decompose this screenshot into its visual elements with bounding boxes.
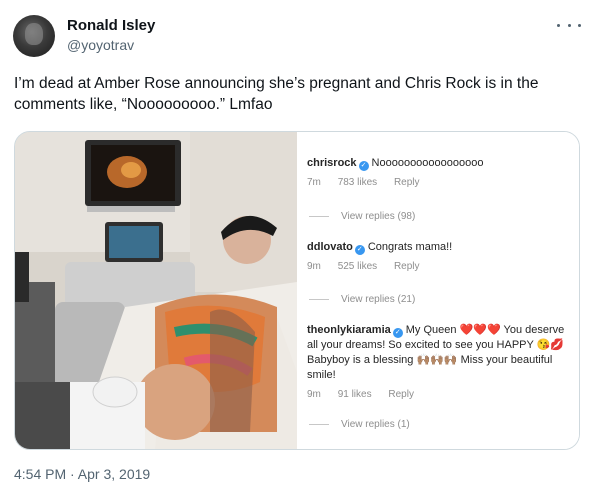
- tweet-text: I’m dead at Amber Rose announcing she’s …: [14, 75, 539, 113]
- more-dots-icon[interactable]: [557, 18, 581, 32]
- view-replies-label: View replies (1): [341, 419, 410, 430]
- divider-line: [309, 216, 329, 217]
- comment-meta: 7m 783 likes Reply: [307, 177, 571, 188]
- comment-text: Nooooooooooooooooo: [371, 157, 484, 169]
- comment-likes[interactable]: 783 likes: [338, 177, 377, 188]
- verified-badge-icon: ✓: [358, 161, 369, 171]
- divider-line: [309, 299, 329, 300]
- comment-meta: 9m 91 likes Reply: [307, 389, 571, 400]
- view-replies-label: View replies (98): [341, 211, 416, 222]
- view-replies-button[interactable]: View replies (1): [309, 419, 410, 430]
- comment-username[interactable]: ddlovato: [307, 241, 353, 253]
- reply-button[interactable]: Reply: [394, 177, 420, 188]
- verified-badge-icon: ✓: [354, 245, 365, 255]
- hospital-ultrasound-photo[interactable]: [15, 132, 297, 449]
- comment-likes[interactable]: 525 likes: [338, 261, 377, 272]
- divider-line: [309, 424, 329, 425]
- kiss-emoji: 😘💋: [536, 339, 565, 351]
- avatar-figure: [25, 23, 43, 45]
- raised-hands-emoji: 🙌🏽🙌🏽🙌🏽: [416, 354, 458, 366]
- author-display-name[interactable]: Ronald Isley: [67, 17, 155, 34]
- reply-button[interactable]: Reply: [394, 261, 420, 272]
- tweet-timestamp[interactable]: 4:54 PM · Apr 3, 2019: [14, 466, 150, 482]
- verified-badge-icon: ✓: [392, 328, 403, 338]
- reply-button[interactable]: Reply: [388, 389, 414, 400]
- comment-age: 9m: [307, 261, 321, 272]
- comment-age: 7m: [307, 177, 321, 188]
- comment-theonlykiaramia: theonlykiaramia ✓ My Queen ❤️❤️❤️ You dese…: [307, 323, 571, 400]
- comment-meta: 9m 525 likes Reply: [307, 261, 571, 272]
- comment-text-1: My Queen: [405, 324, 457, 336]
- comment-username[interactable]: chrisrock: [307, 157, 357, 169]
- view-replies-button[interactable]: View replies (98): [309, 211, 415, 222]
- comment-text: Congrats mama!!: [367, 241, 453, 253]
- comment-chrisrock: chrisrock ✓ Nooooooooooooooooo 7m 783 like…: [307, 156, 571, 188]
- comment-username[interactable]: theonlykiaramia: [307, 324, 391, 336]
- author-avatar[interactable]: [13, 15, 55, 57]
- view-replies-label: View replies (21): [341, 294, 416, 305]
- instagram-comments-panel: chrisrock ✓ Nooooooooooooooooo 7m 783 like…: [297, 132, 579, 449]
- comment-text-3: Babyboy is a blessing: [307, 354, 414, 366]
- comment-age: 9m: [307, 389, 321, 400]
- author-handle[interactable]: @yoyotrav: [67, 37, 134, 53]
- red-hearts-emoji: ❤️❤️❤️: [459, 324, 501, 336]
- view-replies-button[interactable]: View replies (21): [309, 294, 415, 305]
- comment-likes[interactable]: 91 likes: [338, 389, 372, 400]
- comment-ddlovato: ddlovato ✓ Congrats mama!! 9m 525 likes Re…: [307, 240, 571, 272]
- tweet-media[interactable]: chrisrock ✓ Nooooooooooooooooo 7m 783 like…: [14, 131, 580, 450]
